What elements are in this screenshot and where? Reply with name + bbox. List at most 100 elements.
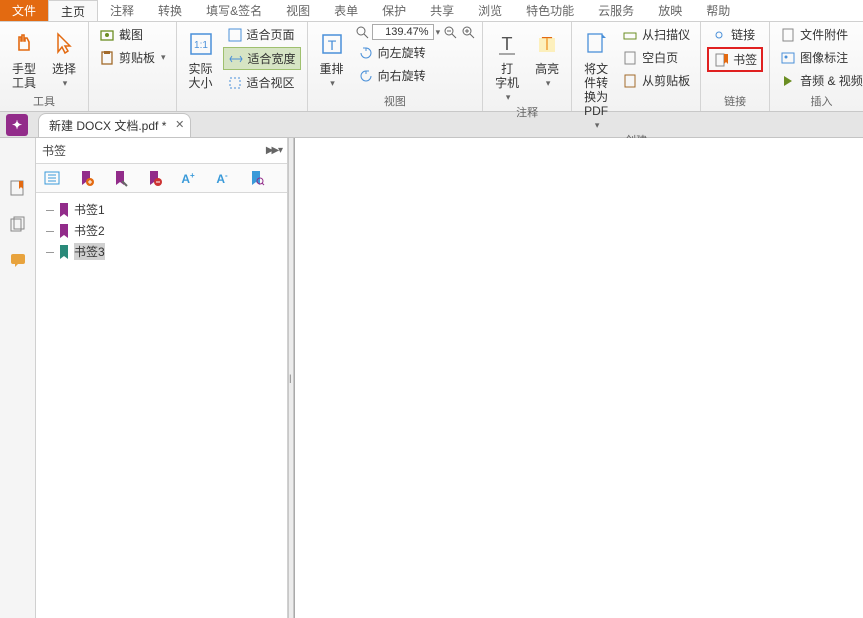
reflow-label: 重排 [320, 62, 344, 76]
zoom-value[interactable]: 139.47% [372, 24, 434, 40]
group-tools: 手型 工具 选择 工具 [0, 22, 89, 111]
page-edge [294, 138, 295, 618]
bookmark-search-icon[interactable] [246, 168, 266, 188]
rotate-right-label: 向右旋转 [378, 67, 426, 84]
delete-bookmark-icon[interactable] [144, 168, 164, 188]
bookmark-item[interactable]: 书签1 [40, 199, 283, 220]
bookmark-toolbar: A+ A- [36, 163, 287, 193]
from-clipboard-icon [622, 73, 638, 89]
ribbon: 手型 工具 选择 工具 截图 剪贴板 [0, 22, 863, 112]
fit-width-button[interactable]: 适合宽度 [223, 47, 301, 70]
from-clipboard-label: 从剪贴板 [642, 72, 690, 89]
rotate-left-icon [358, 45, 374, 61]
bookmark-panel-header: 书签 ▶▶ ▾ [36, 138, 287, 163]
bookmark-button[interactable]: 书签 [707, 47, 763, 72]
new-bookmark-icon[interactable] [76, 168, 96, 188]
menu-share[interactable]: 共享 [418, 0, 466, 21]
rail-pages-icon[interactable] [8, 214, 28, 234]
menu-annot[interactable]: 注释 [98, 0, 146, 21]
expand-all-icon[interactable] [42, 168, 62, 188]
menu-help[interactable]: 帮助 [694, 0, 742, 21]
from-scanner-button[interactable]: 从扫描仪 [618, 24, 694, 45]
group-clipboard: 截图 剪贴板 [89, 22, 177, 111]
rail-bookmark-icon[interactable] [8, 178, 28, 198]
blank-page-button[interactable]: 空白页 [618, 47, 694, 68]
zoom-in-icon[interactable] [460, 24, 476, 40]
text-larger-icon[interactable]: A+ [178, 168, 198, 188]
bookmark-item[interactable]: 书签3 [40, 241, 283, 262]
menu-file[interactable]: 文件 [0, 0, 48, 21]
collapse-panel-icon[interactable]: ▶▶ ▾ [266, 145, 281, 156]
typewriter-button[interactable]: T 打 字机 [489, 24, 525, 104]
rotate-left-button[interactable]: 向左旋转 [354, 42, 477, 63]
document-tab-title: 新建 DOCX 文档.pdf * [49, 119, 166, 133]
document-tab[interactable]: 新建 DOCX 文档.pdf * ✕ [38, 113, 191, 137]
menu-bar: 文件 主页 注释 转换 填写&签名 视图 表单 保护 共享 浏览 特色功能 云服… [0, 0, 863, 22]
bookmark-ribbon-icon [713, 52, 729, 68]
highlight-icon: T [531, 28, 563, 60]
zoom-icon [354, 24, 370, 40]
menu-protect[interactable]: 保护 [370, 0, 418, 21]
group-fit: 1:1 实际 大小 适合页面 适合宽度 适合视区 [177, 22, 308, 111]
menu-form[interactable]: 表单 [322, 0, 370, 21]
app-icon[interactable]: ✦ [6, 114, 28, 136]
clipboard-button[interactable]: 剪贴板 [95, 47, 170, 68]
group-view-label: 视图 [314, 93, 477, 111]
rotate-right-icon [358, 68, 374, 84]
reflow-icon: T [316, 28, 348, 60]
group-fit-label [183, 97, 301, 111]
group-annot-label: 注释 [489, 104, 565, 122]
bookmark-item-label: 书签1 [74, 201, 105, 218]
rotate-left-label: 向左旋转 [378, 44, 426, 61]
bookmark-tool-icon[interactable] [110, 168, 130, 188]
rail-comments-icon[interactable] [8, 250, 28, 270]
from-scanner-label: 从扫描仪 [642, 26, 690, 43]
rotate-right-button[interactable]: 向右旋转 [354, 65, 477, 86]
svg-text:1:1: 1:1 [194, 40, 208, 51]
bookmark-label: 书签 [733, 51, 757, 68]
zoom-out-icon[interactable] [442, 24, 458, 40]
convert-pdf-button[interactable]: 将文件转 换为PDF [578, 24, 614, 132]
img-annot-button[interactable]: 图像标注 [776, 47, 863, 68]
menu-home[interactable]: 主页 [48, 0, 98, 21]
attach-button[interactable]: 文件附件 [776, 24, 863, 45]
zoom-control[interactable]: 139.47% ▾ [354, 24, 477, 40]
workspace: 书签 ▶▶ ▾ A+ A- 书签1 书签2 书签3 [0, 138, 863, 618]
snapshot-label: 截图 [119, 26, 143, 43]
scanner-icon [622, 27, 638, 43]
page-view[interactable] [294, 138, 863, 618]
menu-convert[interactable]: 转换 [146, 0, 194, 21]
menu-slideshow[interactable]: 放映 [646, 0, 694, 21]
select-tool-button[interactable]: 选择 [46, 24, 82, 90]
menu-fill[interactable]: 填写&签名 [194, 0, 274, 21]
convert-pdf-icon [580, 28, 612, 60]
bookmark-item[interactable]: 书签2 [40, 220, 283, 241]
bookmark-flag-icon [58, 224, 70, 238]
menu-view[interactable]: 视图 [274, 0, 322, 21]
from-clipboard-button[interactable]: 从剪贴板 [618, 70, 694, 91]
menu-cloud[interactable]: 云服务 [586, 0, 646, 21]
zoom-dropdown-icon[interactable]: ▾ [436, 27, 441, 38]
fit-width-icon [228, 51, 244, 67]
link-button[interactable]: 链接 [707, 24, 763, 45]
menu-feature[interactable]: 特色功能 [514, 0, 586, 21]
reflow-button[interactable]: T 重排 [314, 24, 350, 90]
close-tab-icon[interactable]: ✕ [175, 118, 184, 131]
typewriter-label: 打 字机 [495, 62, 519, 90]
group-links-label: 链接 [707, 93, 763, 111]
snapshot-button[interactable]: 截图 [95, 24, 170, 45]
actual-size-button[interactable]: 1:1 实际 大小 [183, 24, 219, 90]
highlight-button[interactable]: T 高亮 [529, 24, 565, 90]
attach-label: 文件附件 [800, 26, 848, 43]
bookmark-item-label: 书签2 [74, 222, 105, 239]
hand-tool-button[interactable]: 手型 工具 [6, 24, 42, 90]
av-button[interactable]: 音频 & 视频 [776, 70, 863, 91]
bookmark-panel-title: 书签 [42, 142, 66, 159]
fit-visible-button[interactable]: 适合视区 [223, 72, 301, 93]
fit-page-label: 适合页面 [247, 26, 295, 43]
fit-width-label: 适合宽度 [248, 50, 296, 67]
text-smaller-icon[interactable]: A- [212, 168, 232, 188]
menu-browse[interactable]: 浏览 [466, 0, 514, 21]
fit-page-button[interactable]: 适合页面 [223, 24, 301, 45]
snapshot-icon [99, 27, 115, 43]
